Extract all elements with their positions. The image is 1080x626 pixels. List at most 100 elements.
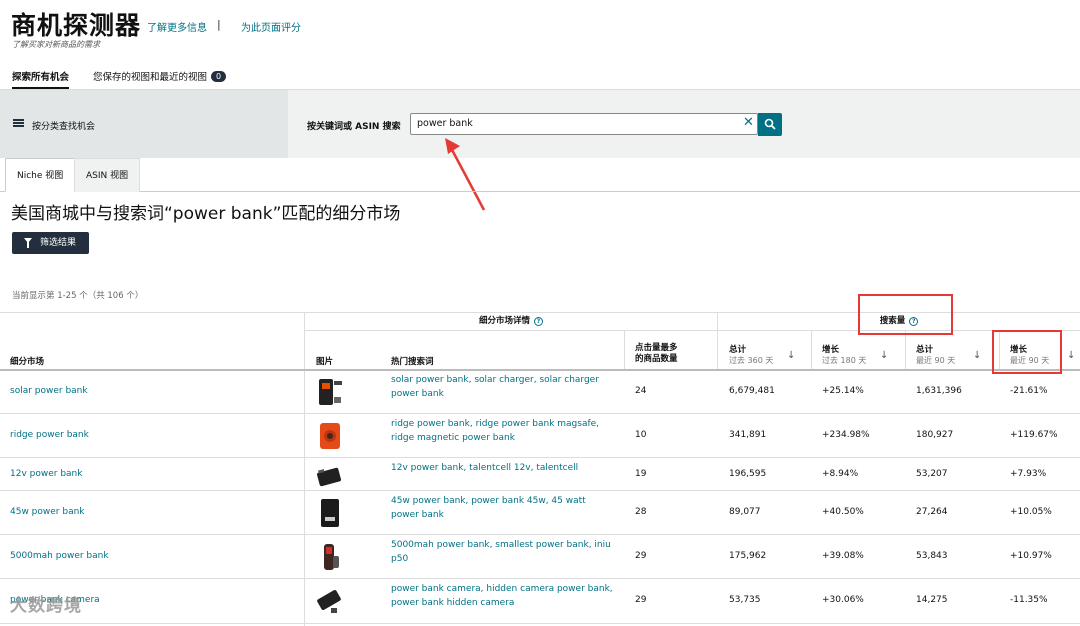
col-header-clicked[interactable]: 点击量最多 的商品数量 (635, 343, 678, 365)
niche-link[interactable]: 12v power bank (10, 469, 82, 479)
search-total-90: 27,264 (916, 507, 948, 517)
sort-arrow-icon[interactable]: ↓ (880, 350, 888, 361)
growth-90: +7.93% (1010, 469, 1047, 479)
saved-count-badge: 0 (211, 71, 227, 82)
group-niche-details-label: 细分市场详情 (478, 316, 530, 326)
niche-link[interactable]: solar power bank (10, 386, 88, 396)
product-thumbnail[interactable] (316, 542, 344, 572)
col-header-total-360[interactable]: 总计 过去 360 天 (729, 343, 773, 366)
table-row: ridge power bank ridge power bank, ridge… (0, 414, 1080, 458)
col-divider (811, 331, 812, 369)
tab-saved-views[interactable]: 您保存的视图和最近的视图 0 (93, 69, 227, 83)
col-header-growth-180[interactable]: 增长 过去 180 天 (822, 343, 866, 366)
filter-results-button[interactable]: 筛选结果 (12, 232, 89, 254)
search-band: 按分类查找机会 按关键词或 ASIN 搜索 power bank ✕ (0, 90, 1080, 158)
view-tabs: Niche 视图 ASIN 视图 (0, 158, 1080, 192)
table-row: 12v power bank 12v power bank, talentcel… (0, 458, 1080, 491)
clicked-count: 19 (635, 469, 647, 479)
col-header-image: 图片 (316, 357, 334, 367)
page-app-title: 商机探测器 (11, 11, 142, 40)
col-divider (624, 331, 625, 369)
growth-180: +39.08% (822, 551, 864, 561)
top-keywords[interactable]: power bank camera, hidden camera power b… (391, 582, 616, 610)
search-total-90: 53,843 (916, 551, 948, 561)
clicked-count: 24 (635, 386, 647, 396)
search-total-360: 53,735 (729, 595, 761, 605)
col-header-total-360-sub: 过去 360 天 (729, 356, 774, 365)
product-thumbnail[interactable] (316, 586, 344, 616)
top-keywords[interactable]: 12v power bank, talentcell 12v, talentce… (391, 461, 616, 475)
clear-icon[interactable]: ✕ (743, 115, 754, 130)
search-input[interactable]: power bank (410, 113, 758, 135)
col-header-growth-180-sub: 过去 180 天 (822, 356, 867, 365)
tab-explore-all[interactable]: 探索所有机会 (12, 69, 70, 89)
clicked-count: 29 (635, 595, 647, 605)
top-keywords[interactable]: ridge power bank, ridge power bank magsa… (391, 417, 616, 445)
col-divider (717, 312, 718, 369)
search-total-360: 341,891 (729, 430, 767, 440)
table-row: 5000mah power bank 5000mah power bank, s… (0, 535, 1080, 579)
filter-icon (24, 238, 32, 248)
annotation-box (858, 294, 953, 335)
growth-180: +40.50% (822, 507, 864, 517)
product-thumbnail[interactable] (316, 421, 344, 451)
growth-90: +10.97% (1010, 551, 1052, 561)
group-niche-details: 细分市场详情? (305, 312, 717, 331)
sort-arrow-icon[interactable]: ↓ (973, 350, 981, 361)
growth-90: -11.35% (1010, 595, 1048, 605)
watermark-logo: 大数跨境 (10, 596, 82, 616)
search-button[interactable] (758, 113, 782, 136)
col-header-clicked-line1: 点击量最多 (635, 343, 678, 353)
growth-90: -21.61% (1010, 386, 1048, 396)
annotation-box (992, 330, 1062, 374)
rate-page-link[interactable]: 为此页面评分 (241, 19, 301, 34)
col-header-total-90-sub: 最近 90 天 (916, 356, 956, 365)
header-separator: | (217, 18, 221, 31)
learn-more-link[interactable]: 了解更多信息 (147, 19, 207, 34)
page-subtitle: 了解买家对新商品的需求 (12, 40, 100, 49)
menu-icon (13, 119, 24, 127)
growth-90: +119.67% (1010, 430, 1058, 440)
search-total-360: 6,679,481 (729, 386, 775, 396)
search-total-90: 53,207 (916, 469, 948, 479)
growth-180: +8.94% (822, 469, 859, 479)
table-row: power bank camera power bank camera, hid… (0, 579, 1080, 624)
filter-results-label: 筛选结果 (40, 238, 77, 248)
niche-link[interactable]: 5000mah power bank (10, 551, 109, 561)
sort-arrow-icon[interactable]: ↓ (1067, 350, 1075, 361)
results-title: 美国商城中与搜索词“power bank”匹配的细分市场 (11, 204, 401, 224)
search-icon (764, 118, 776, 130)
tab-saved-views-label: 您保存的视图和最近的视图 (93, 72, 208, 83)
growth-180: +25.14% (822, 386, 864, 396)
product-thumbnail[interactable] (316, 498, 344, 528)
result-count: 当前显示第 1-25 个（共 106 个） (12, 291, 144, 301)
help-icon[interactable]: ? (534, 317, 543, 326)
product-thumbnail[interactable] (316, 377, 344, 407)
top-nav: 探索所有机会 您保存的视图和最近的视图 0 (0, 66, 1080, 90)
clicked-count: 29 (635, 551, 647, 561)
growth-180: +30.06% (822, 595, 864, 605)
clicked-count: 28 (635, 507, 647, 517)
top-keywords[interactable]: solar power bank, solar charger, solar c… (391, 373, 616, 401)
niche-link[interactable]: 45w power bank (10, 507, 85, 517)
col-header-total-90[interactable]: 总计 最近 90 天 (916, 343, 955, 366)
top-keywords[interactable]: 5000mah power bank, smallest power bank,… (391, 538, 616, 566)
niche-link[interactable]: ridge power bank (10, 430, 89, 440)
search-total-90: 14,275 (916, 595, 948, 605)
page-header: 商机探测器 了解更多信息 | 为此页面评分 了解买家对新商品的需求 (0, 0, 1080, 60)
search-total-360: 196,595 (729, 469, 767, 479)
product-thumbnail[interactable] (316, 460, 344, 490)
sort-arrow-icon[interactable]: ↓ (787, 350, 795, 361)
top-keywords[interactable]: 45w power bank, power bank 45w, 45 watt … (391, 494, 616, 522)
col-header-clicked-line2: 的商品数量 (635, 354, 678, 364)
category-panel[interactable]: 按分类查找机会 (0, 90, 288, 158)
col-header-total-360-label: 总计 (729, 345, 747, 355)
col-header-keywords: 热门搜索词 (391, 357, 434, 367)
search-total-90: 1,631,396 (916, 386, 962, 396)
col-header-growth-180-label: 增长 (822, 345, 840, 355)
tab-asin-view[interactable]: ASIN 视图 (74, 158, 141, 192)
tab-niche-view[interactable]: Niche 视图 (5, 158, 76, 192)
growth-180: +234.98% (822, 430, 870, 440)
search-label: 按关键词或 ASIN 搜索 (307, 122, 401, 132)
col-header-niche[interactable]: 细分市场 (10, 355, 44, 367)
